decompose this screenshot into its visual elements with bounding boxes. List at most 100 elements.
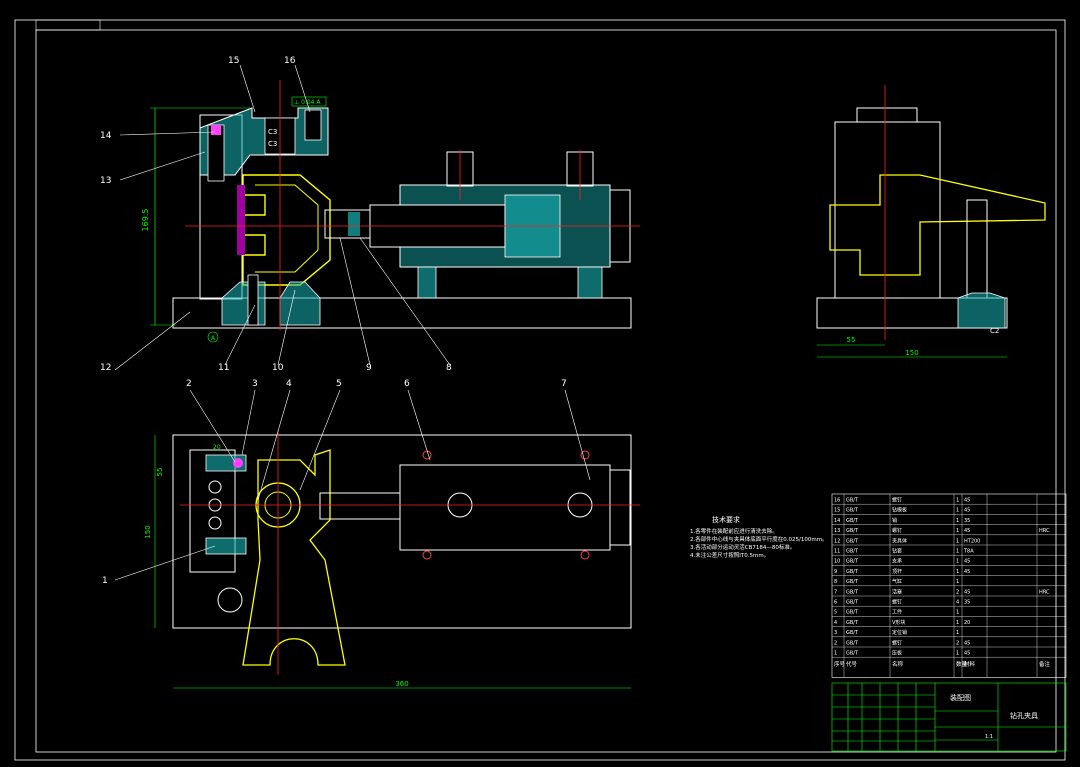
bom-cell: GB/T [846, 559, 859, 565]
bom-cell: HRC [1039, 589, 1050, 595]
sheet-corner-box [35, 19, 101, 31]
balloon-13: 13 [100, 176, 111, 186]
bom-cell: 2 [834, 640, 837, 646]
front-pin [247, 274, 259, 326]
bom-cell: 6 [834, 600, 837, 606]
leader-2 [189, 389, 236, 463]
side-post [966, 199, 988, 299]
bom-cell: 螺钉 [892, 599, 902, 606]
front-view: 169.5 C3 C3 ⊥ 0.04 A A [141, 80, 640, 343]
bom-cell: 1 [956, 630, 959, 636]
bom-cell: 1 [956, 538, 959, 544]
bom-cell: 气缸 [892, 578, 902, 585]
bom-cell: 螺钉 [892, 527, 902, 534]
bom-cell: 1 [956, 569, 959, 575]
bom-cell: 1 [956, 579, 959, 585]
top-clamp-lower [205, 537, 247, 555]
side-dim-55: 55 [847, 336, 856, 344]
top-bolt-3 [422, 550, 432, 560]
bom-cell: GB/T [846, 569, 859, 575]
bom-cell: 45 [964, 569, 970, 575]
top-cylinder-cap [609, 469, 631, 546]
balloon-5: 5 [336, 379, 342, 389]
drawing-svg: 169.5 C3 C3 ⊥ 0.04 A A 55 150 C2 360 150… [14, 19, 1067, 761]
leader-12 [114, 311, 191, 371]
bom-cell: 2 [956, 640, 959, 646]
top-screw-head [233, 458, 243, 468]
sheet-outer-border [14, 19, 1066, 761]
side-foot [957, 292, 1006, 329]
balloon-12: 12 [100, 363, 111, 373]
bom-header-cell: 备注 [1039, 660, 1051, 668]
bom-cell: 4 [956, 600, 959, 606]
bom-cell: 20 [964, 620, 970, 626]
bom-cell: HT200 [964, 538, 980, 544]
balloon-4: 4 [286, 379, 292, 389]
bom-cell: GB/T [846, 651, 859, 657]
bom-cell: 7 [834, 589, 837, 595]
top-view: 360 150 55 20 [144, 430, 640, 689]
chamfer-label-2: C3 [268, 140, 277, 148]
bom-cell: 8 [834, 579, 837, 585]
leader-5 [299, 389, 341, 491]
balloon-3: 3 [252, 379, 258, 389]
balloon-labels: 14 13 12 15 16 11 10 9 8 2 3 4 5 6 7 1 [100, 56, 567, 586]
bom-cell: 工件 [892, 609, 902, 616]
leader-1 [114, 545, 216, 581]
bom-cell: 1 [956, 610, 959, 616]
bom-cell: 1 [956, 559, 959, 565]
drawing-name: 装配图 [950, 693, 971, 702]
bom-cell: 顶杆 [892, 568, 902, 575]
bom-header-cell: 代号 [846, 660, 858, 668]
front-support-right [279, 281, 321, 326]
bom-cell: 45 [964, 559, 970, 565]
front-push-rod [324, 209, 371, 239]
bom-cell: 11 [834, 549, 840, 555]
bom-header-cell: 序号 [834, 660, 846, 668]
bom-cell: 钻模板 [892, 507, 907, 514]
bom-cell: 35 [964, 518, 970, 524]
balloon-6: 6 [404, 379, 410, 389]
bom-cell: 45 [964, 589, 970, 595]
bom-cell: 支承 [892, 558, 902, 565]
datum-label: A [211, 335, 216, 342]
bom-cell: 45 [964, 508, 970, 514]
bom-cell: 钻套 [892, 548, 902, 555]
bom-cell: GB/T [846, 630, 859, 636]
top-dim-55: 55 [156, 468, 164, 477]
bom-cell: 活塞 [892, 588, 902, 595]
bom-cell: 16 [834, 498, 840, 504]
bom-cell: 13 [834, 528, 840, 534]
balloon-9: 9 [366, 363, 372, 373]
top-rod [319, 492, 401, 520]
bom-cell: 1 [956, 651, 959, 657]
top-dim-360: 360 [395, 680, 408, 688]
balloon-10: 10 [272, 363, 284, 373]
bom-cell: 夹具体 [892, 537, 907, 544]
bom-cell: 5 [834, 610, 837, 616]
bom-header-cell: 材料 [964, 660, 976, 668]
tech-note-line-2: 2.各部件中心线与夹具体底面平行度在0.025/100mm。 [690, 535, 828, 543]
tech-notes-title: 技术要求 [712, 515, 740, 524]
top-bolt-hole [217, 587, 243, 613]
front-support-left [221, 281, 266, 326]
bom-cell: 1 [834, 651, 837, 657]
top-bolt-4 [580, 550, 590, 560]
bom-cell: 1 [956, 528, 959, 534]
top-hole-1 [208, 480, 222, 494]
bom-cell: GB/T [846, 538, 859, 544]
top-dim-20: 20 [213, 444, 221, 451]
leader-6 [407, 389, 431, 461]
bom-cell: GB/T [846, 589, 859, 595]
tech-notes: 技术要求 1.各零件在装配前应进行清洗去除。 2.各部件中心线与夹具体底面平行度… [690, 515, 828, 559]
side-workpiece [829, 174, 1046, 276]
side-dim-150: 150 [905, 349, 918, 357]
balloon-16: 16 [284, 56, 296, 66]
top-cylinder [399, 464, 611, 551]
bom-cell: 10 [834, 559, 840, 565]
bom-cell: 35 [964, 600, 970, 606]
bom-cell: 4 [834, 620, 837, 626]
bom-cell: GB/T [846, 508, 859, 514]
front-rod-joint [348, 212, 360, 236]
tech-note-line-1: 1.各零件在装配前应进行清洗去除。 [690, 527, 778, 535]
